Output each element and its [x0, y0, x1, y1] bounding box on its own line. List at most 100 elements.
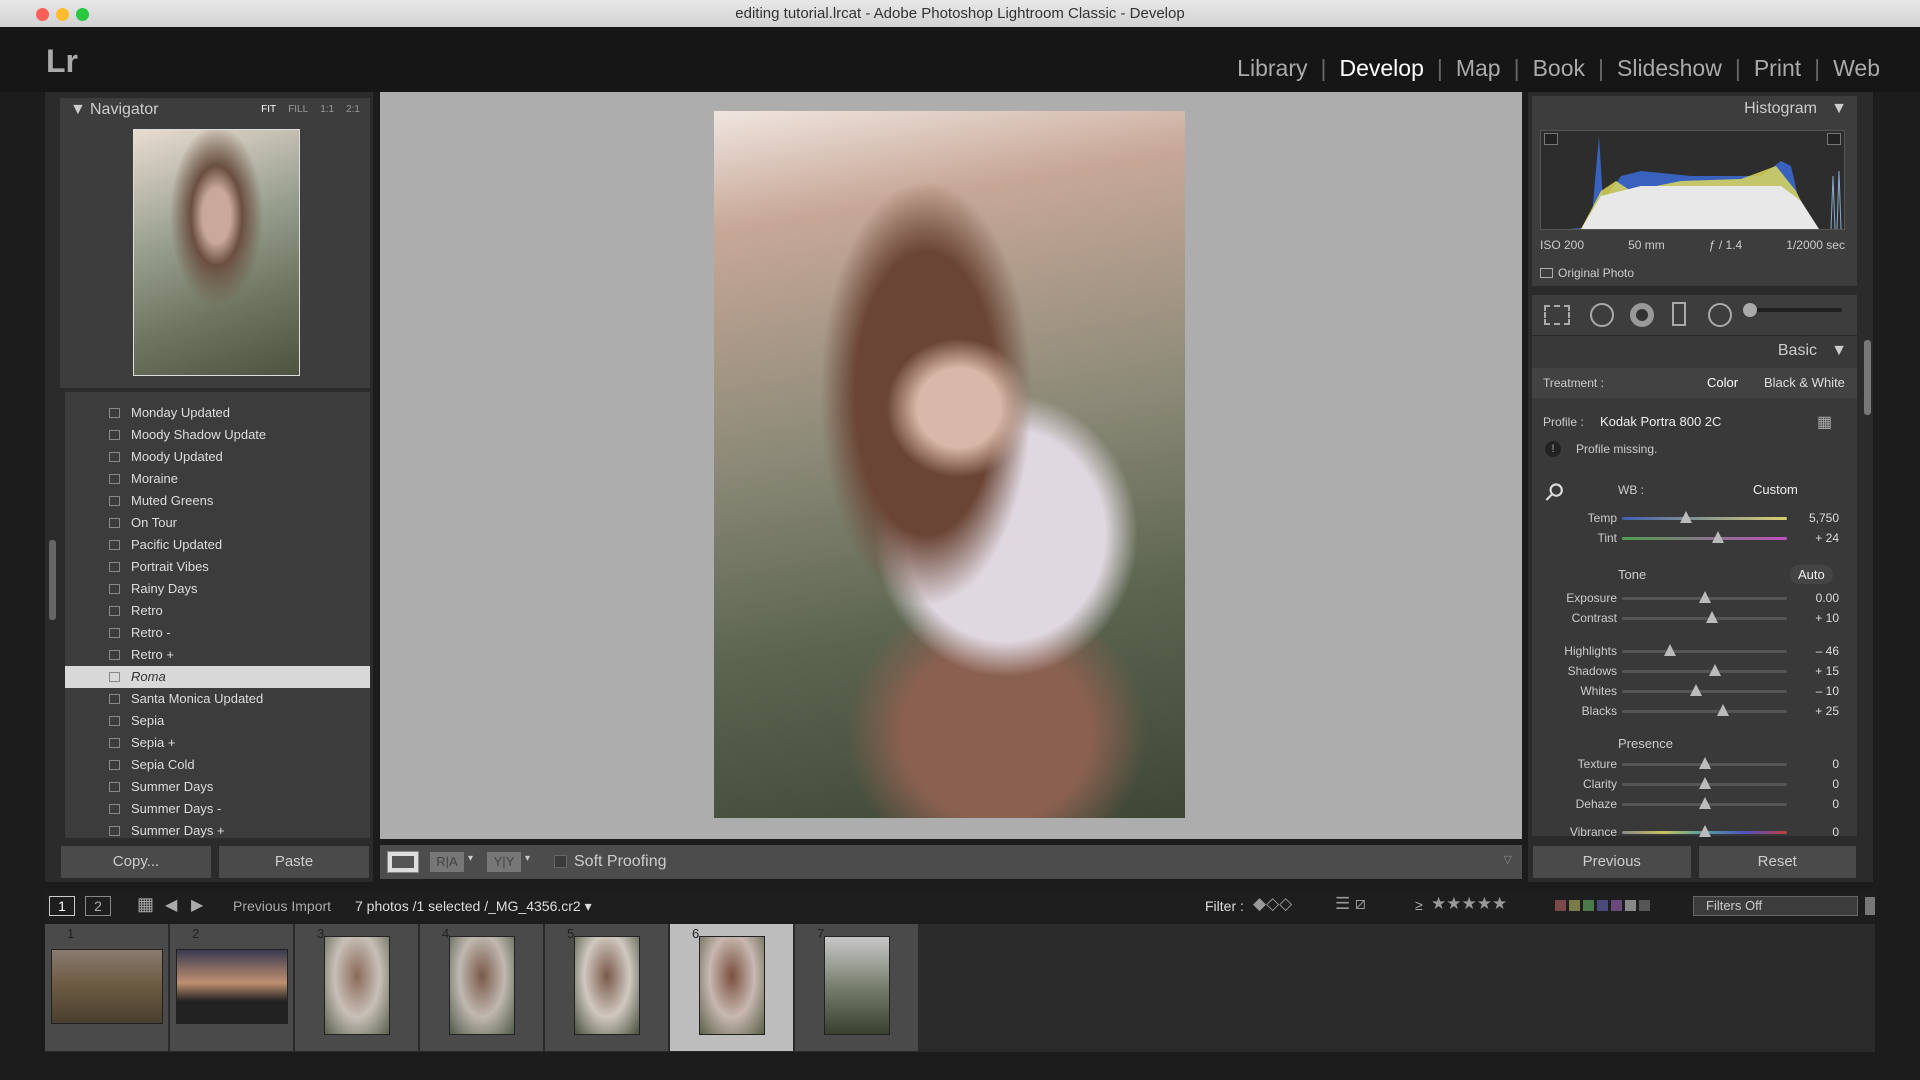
slider-value[interactable]: 0	[1832, 797, 1839, 811]
forward-arrow-icon[interactable]: ▶	[191, 895, 203, 915]
reset-button[interactable]: Reset	[1697, 845, 1857, 879]
slider-thumb[interactable]	[1705, 611, 1718, 623]
slider-dehaze[interactable]: Dehaze 0	[1532, 794, 1857, 814]
collapse-icon[interactable]: ▼	[1831, 100, 1847, 118]
slider-track[interactable]	[1622, 684, 1787, 696]
slider-thumb[interactable]	[1698, 797, 1711, 809]
rating-filter[interactable]: ★★★★★	[1431, 894, 1507, 914]
profile-browser-icon[interactable]: ▦	[1817, 412, 1832, 432]
loupe-view-button[interactable]	[387, 851, 419, 873]
treatment-color-button[interactable]: Color	[1707, 375, 1738, 390]
preset-item[interactable]: Rainy Days	[65, 578, 370, 600]
right-panel-scrollbar[interactable]	[1864, 340, 1871, 415]
histogram-graph[interactable]	[1540, 130, 1845, 230]
maximize-window-button[interactable]	[76, 8, 89, 21]
preset-item[interactable]: Retro	[65, 600, 370, 622]
slider-value[interactable]: 0	[1832, 825, 1839, 839]
slider-track[interactable]	[1622, 757, 1787, 769]
slider-value[interactable]: + 10	[1815, 611, 1839, 625]
photo-preview[interactable]	[714, 111, 1185, 818]
chevron-down-icon[interactable]: ▾	[525, 853, 530, 864]
filmstrip-thumbnail[interactable]: 6	[670, 924, 794, 1051]
slider-thumb[interactable]	[1716, 704, 1729, 716]
minimize-window-button[interactable]	[56, 8, 69, 21]
paste-button[interactable]: Paste	[218, 845, 370, 879]
secondary-window-button[interactable]: 2	[85, 896, 111, 916]
slider-track[interactable]	[1622, 531, 1787, 543]
filmstrip-thumbnail[interactable]: 2	[170, 924, 294, 1051]
treatment-bw-button[interactable]: Black & White	[1764, 375, 1845, 390]
preset-item[interactable]: Moody Updated	[65, 446, 370, 468]
filter-lock-toggle[interactable]	[1865, 897, 1875, 915]
preset-item[interactable]: Pacific Updated	[65, 534, 370, 556]
zoom-fill[interactable]: FILL	[288, 104, 308, 115]
module-map[interactable]: Map	[1456, 55, 1501, 82]
preset-item[interactable]: Sepia +	[65, 732, 370, 754]
slider-contrast[interactable]: Contrast + 10	[1532, 608, 1857, 628]
radial-filter-icon[interactable]	[1708, 303, 1732, 327]
color-label-filter[interactable]	[1555, 900, 1650, 911]
module-book[interactable]: Book	[1533, 55, 1585, 82]
toolbar-menu-icon[interactable]: ▽	[1504, 853, 1512, 866]
flag-filter-icons[interactable]: ◆◇◇	[1253, 894, 1292, 914]
preset-item[interactable]: Moody Shadow Update	[65, 424, 370, 446]
filmstrip-thumbnail[interactable]: 4	[420, 924, 544, 1051]
back-arrow-icon[interactable]: ◀	[165, 895, 177, 915]
left-panel-scrollbar[interactable]	[49, 540, 56, 620]
preset-item[interactable]: Moraine	[65, 468, 370, 490]
slider-track[interactable]	[1622, 591, 1787, 603]
slider-value[interactable]: – 10	[1816, 684, 1839, 698]
grid-view-icon[interactable]: ▦	[137, 894, 154, 915]
slider-value[interactable]: 0	[1832, 757, 1839, 771]
filmstrip-thumbnail[interactable]: 5	[545, 924, 669, 1051]
preset-item[interactable]: Summer Days -	[65, 798, 370, 820]
source-label[interactable]: Previous Import	[233, 898, 331, 914]
module-slideshow[interactable]: Slideshow	[1617, 55, 1722, 82]
module-web[interactable]: Web	[1833, 55, 1880, 82]
chevron-down-icon[interactable]: ▾	[468, 853, 473, 864]
shadow-clipping-toggle[interactable]	[1544, 133, 1558, 145]
soft-proofing-checkbox[interactable]	[554, 855, 567, 868]
slider-thumb[interactable]	[1663, 644, 1676, 656]
slider-track[interactable]	[1622, 777, 1787, 789]
slider-thumb[interactable]	[1698, 757, 1711, 769]
preset-item[interactable]: Retro -	[65, 622, 370, 644]
slider-clarity[interactable]: Clarity 0	[1532, 774, 1857, 794]
filter-preset-dropdown[interactable]: Filters Off	[1693, 896, 1858, 916]
slider-track[interactable]	[1622, 611, 1787, 623]
copy-button[interactable]: Copy...	[60, 845, 212, 879]
adjustment-brush-slider[interactable]	[1743, 303, 1842, 317]
preset-item[interactable]: Santa Monica Updated	[65, 688, 370, 710]
preset-item[interactable]: Retro +	[65, 644, 370, 666]
filmstrip-thumbnail[interactable]: 1	[45, 924, 169, 1051]
filmstrip-thumbnail[interactable]: 3	[295, 924, 419, 1051]
preset-item[interactable]: Sepia Cold	[65, 754, 370, 776]
slider-value[interactable]: 0	[1832, 777, 1839, 791]
module-library[interactable]: Library	[1237, 55, 1307, 82]
zoom-fit[interactable]: FIT	[261, 104, 276, 115]
slider-value[interactable]: 5,750	[1809, 511, 1839, 525]
slider-thumb[interactable]	[1711, 531, 1724, 543]
preset-item[interactable]: Muted Greens	[65, 490, 370, 512]
spot-removal-icon[interactable]	[1590, 303, 1614, 327]
slider-track[interactable]	[1622, 511, 1787, 523]
crop-tool-icon[interactable]	[1544, 305, 1570, 325]
before-after-button[interactable]: R|A	[430, 852, 464, 872]
collapse-icon[interactable]: ▼	[70, 101, 86, 119]
slider-track[interactable]	[1622, 644, 1787, 656]
slider-thumb[interactable]	[1698, 777, 1711, 789]
collapse-icon[interactable]: ▼	[1831, 342, 1847, 360]
slider-thumb[interactable]	[1698, 825, 1711, 837]
preset-item[interactable]: Summer Days +	[65, 820, 370, 838]
zoom-1-1[interactable]: 1:1	[320, 104, 334, 115]
main-window-button[interactable]: 1	[49, 896, 75, 916]
preset-item[interactable]: Monday Updated	[65, 402, 370, 424]
slider-temp[interactable]: Temp 5,750	[1532, 508, 1857, 528]
slider-value[interactable]: 0.00	[1816, 591, 1839, 605]
slider-value[interactable]: + 15	[1815, 664, 1839, 678]
preset-item[interactable]: Summer Days	[65, 776, 370, 798]
slider-value[interactable]: – 46	[1816, 644, 1839, 658]
slider-highlights[interactable]: Highlights – 46	[1532, 641, 1857, 661]
slider-shadows[interactable]: Shadows + 15	[1532, 661, 1857, 681]
preset-item[interactable]: Roma	[65, 666, 370, 688]
